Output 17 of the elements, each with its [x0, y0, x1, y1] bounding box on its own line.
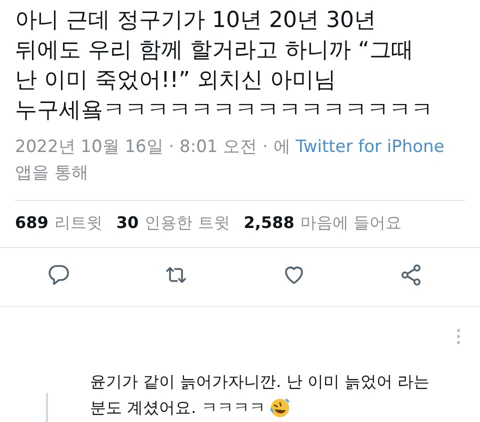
tweet-text-line: 난 이미 죽었어!!” 외치신 아미님: [15, 67, 338, 95]
source-link[interactable]: Twitter for iPhone: [296, 137, 444, 157]
reply-icon[interactable]: [46, 263, 71, 287]
stat-label: 리트윗: [54, 213, 102, 234]
reply-text-line: 윤기가 같이 늙어가자니깐. 난 이미 늙었어 라는: [90, 371, 430, 393]
tweet-text-line: 누구세욬ㅋㅋㅋㅋㅋㅋㅋㅋㅋㅋㅋㅋㅋㅋㅋ: [15, 97, 434, 125]
stat-count: 30: [116, 213, 139, 234]
stat-count: 689: [15, 213, 48, 234]
stat-label: 마음에 들어요: [300, 213, 402, 234]
reply-text-line: 분도 계셨어요. ㅋㅋㅋㅋ: [90, 397, 266, 419]
laughing-emoji-icon: [269, 397, 292, 419]
share-icon[interactable]: [399, 263, 424, 287]
stat-label: 인용한 트윗: [144, 213, 230, 234]
tweet-text-line: 아니 근데 정구기가 10년 20년 30년: [15, 7, 377, 35]
tweet-text-line: 뒤에도 우리 함께 할거라고 하니까 “그때: [15, 37, 414, 65]
stat-count: 2,588: [244, 213, 294, 234]
tweet-metadata: 2022년 10월 16일 · 8:01 오전 · 에 Twitter for iPhone 앱을 통해: [15, 136, 446, 185]
